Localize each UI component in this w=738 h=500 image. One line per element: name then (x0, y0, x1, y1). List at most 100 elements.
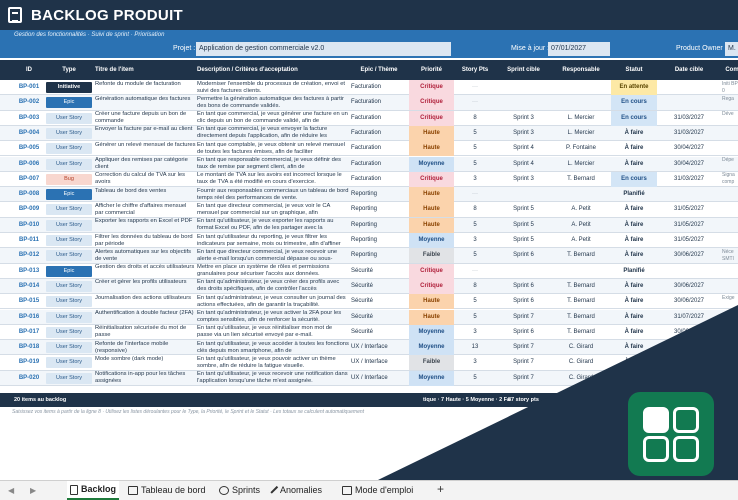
cell-priority[interactable]: Faible (409, 355, 454, 371)
table-row[interactable]: BP-010 User Story Exporter les rapports en… (0, 217, 738, 233)
cell-epic[interactable]: Facturation (351, 141, 407, 156)
col-header-date[interactable]: Date cible (659, 60, 719, 80)
table-row[interactable]: BP-018 User Story Refonte de l'interface m… (0, 340, 738, 356)
cell-epic[interactable]: Reporting (351, 218, 407, 233)
cell-status[interactable]: À faire (611, 325, 657, 340)
cell-story-points[interactable]: 8 (455, 202, 495, 217)
cell-priority[interactable]: Moyenne (409, 324, 454, 340)
cell-epic[interactable]: Reporting (351, 233, 407, 248)
cell-story-points[interactable]: 3 (455, 355, 495, 370)
cell-date[interactable]: 30/06/2027 (659, 294, 719, 309)
cell-description[interactable]: En tant qu'utilisateur, je veux réinitia… (197, 325, 349, 340)
cell-comment[interactable] (722, 187, 738, 202)
cell-id[interactable]: BP-016 (14, 310, 44, 325)
table-row[interactable]: BP-006 User Story Appliquer des remises pa… (0, 156, 738, 172)
tab-mode-emploi[interactable]: Mode d'emploi (342, 481, 413, 500)
cell-date[interactable]: 31/07/2027 (659, 355, 719, 370)
cell-epic[interactable]: Sécurité (351, 310, 407, 325)
table-row[interactable]: BP-011 User Story Filtrer les données du t… (0, 233, 738, 249)
cell-responsible[interactable]: T. Bernard (552, 172, 610, 187)
cell-id[interactable]: BP-017 (14, 325, 44, 340)
cell-title[interactable]: Réinitialisation sécurisée du mot de pas… (95, 325, 196, 340)
cell-type[interactable]: Epic (45, 187, 93, 202)
cell-comment[interactable] (722, 141, 738, 156)
cell-story-points[interactable]: 3 (455, 172, 495, 187)
cell-description[interactable]: En tant que directeur commercial, je veu… (197, 202, 349, 217)
cell-title[interactable]: Gestion des droits et accès utilisateurs (95, 264, 196, 279)
cell-title[interactable]: Créer une facture depuis un bon de comma… (95, 111, 196, 126)
col-header-responsible[interactable]: Responsable (552, 60, 610, 80)
cell-id[interactable]: BP-015 (14, 294, 44, 309)
cell-id[interactable]: BP-007 (14, 172, 44, 187)
cell-comment[interactable] (722, 279, 738, 294)
cell-title[interactable]: Alertes automatiques sur les objectifs d… (95, 248, 196, 263)
cell-status[interactable]: À faire (611, 202, 657, 217)
cell-sprint[interactable]: Sprint 6 (496, 325, 551, 340)
cell-priority[interactable]: Moyenne (409, 340, 454, 356)
table-row[interactable]: BP-008 Epic Tableau de bord des ventes Four… (0, 187, 738, 203)
cell-story-points[interactable]: 8 (455, 279, 495, 294)
cell-epic[interactable]: Facturation (351, 111, 407, 126)
cell-priority[interactable]: Haute (409, 125, 454, 141)
col-header-story-points[interactable]: Story Pts (455, 60, 495, 80)
cell-description[interactable]: En tant que comptable, je veux obtenir u… (197, 141, 349, 156)
cell-priority[interactable]: Critique (409, 95, 454, 111)
cell-status[interactable]: En attente (611, 80, 657, 95)
cell-sprint[interactable] (496, 80, 551, 95)
cell-type[interactable]: User Story (45, 126, 93, 141)
col-header-description[interactable]: Description / Critères d'acceptation (197, 60, 349, 80)
cell-title[interactable]: Générer un relevé mensuel de factures (95, 141, 196, 156)
cell-type[interactable]: User Story (45, 310, 93, 325)
cell-comment[interactable] (722, 126, 738, 141)
cell-date[interactable]: 30/06/2027 (659, 279, 719, 294)
cell-title[interactable]: Envoyer la facture par e-mail au client (95, 126, 196, 141)
cell-description[interactable]: Mettre en place un système de rôles et p… (197, 264, 349, 279)
cell-status[interactable]: En cours (611, 171, 657, 187)
cell-story-points[interactable]: 3 (455, 325, 495, 340)
cell-story-points[interactable]: 5 (455, 218, 495, 233)
cell-priority[interactable]: Critique (409, 80, 454, 95)
cell-type[interactable]: User Story (45, 202, 93, 217)
cell-status[interactable]: À faire (611, 157, 657, 172)
cell-responsible[interactable] (552, 80, 610, 95)
cell-type[interactable]: User Story (45, 111, 93, 126)
cell-status[interactable]: En cours (611, 95, 657, 111)
cell-responsible[interactable]: T. Bernard (552, 325, 610, 340)
cell-type[interactable]: User Story (45, 233, 93, 248)
tab-tableau-de-bord[interactable]: Tableau de bord (128, 481, 206, 500)
cell-description[interactable]: En tant qu'utilisateur, je veux accéder … (197, 340, 349, 355)
cell-status[interactable]: À faire (611, 340, 657, 355)
cell-date[interactable] (659, 187, 719, 202)
cell-type[interactable]: Initiative (45, 80, 93, 95)
cell-id[interactable]: BP-002 (14, 95, 44, 110)
cell-description[interactable]: En tant qu'utilisateur du reporting, je … (197, 233, 349, 249)
cell-story-points[interactable]: ··· (455, 95, 495, 110)
cell-title[interactable]: Exporter les rapports en Excel et PDF (95, 218, 196, 233)
add-sheet-button[interactable]: + (437, 482, 444, 496)
prev-sheet-icon[interactable]: ◀ (8, 486, 14, 495)
table-row[interactable]: BP-004 User Story Envoyer la facture par e… (0, 125, 738, 142)
col-header-type[interactable]: Type (45, 60, 93, 80)
cell-responsible[interactable]: L. Mercier (552, 111, 610, 126)
cell-priority[interactable]: Critique (409, 263, 454, 279)
cell-priority[interactable]: Haute (409, 202, 454, 218)
cell-id[interactable]: BP-004 (14, 126, 44, 141)
cell-type[interactable]: User Story (45, 218, 93, 233)
cell-sprint[interactable] (496, 95, 551, 110)
cell-story-points[interactable]: 5 (455, 126, 495, 141)
cell-date[interactable]: 31/03/2027 (659, 126, 719, 141)
cell-epic[interactable]: Facturation (351, 126, 407, 141)
col-header-priority[interactable]: Priorité (409, 60, 454, 80)
cell-epic[interactable]: UX / Interface (351, 340, 407, 355)
cell-description[interactable]: En tant que responsable commercial, je v… (197, 157, 349, 172)
table-row[interactable]: BP-016 User Story Authentification à doubl… (0, 309, 738, 325)
cell-comment[interactable]: Initi BP-0 (722, 80, 738, 95)
col-header-status[interactable]: Statut (611, 60, 657, 80)
cell-sprint[interactable]: Sprint 7 (496, 355, 551, 370)
cell-type[interactable]: User Story (45, 141, 93, 156)
col-header-id[interactable]: ID (14, 60, 44, 80)
cell-id[interactable]: BP-005 (14, 141, 44, 156)
cell-description[interactable]: Moderniser l'ensemble du processus de cr… (197, 80, 349, 95)
tab-backlog[interactable]: Backlog (67, 481, 120, 500)
cell-date[interactable]: 30/06/2027 (659, 325, 719, 340)
